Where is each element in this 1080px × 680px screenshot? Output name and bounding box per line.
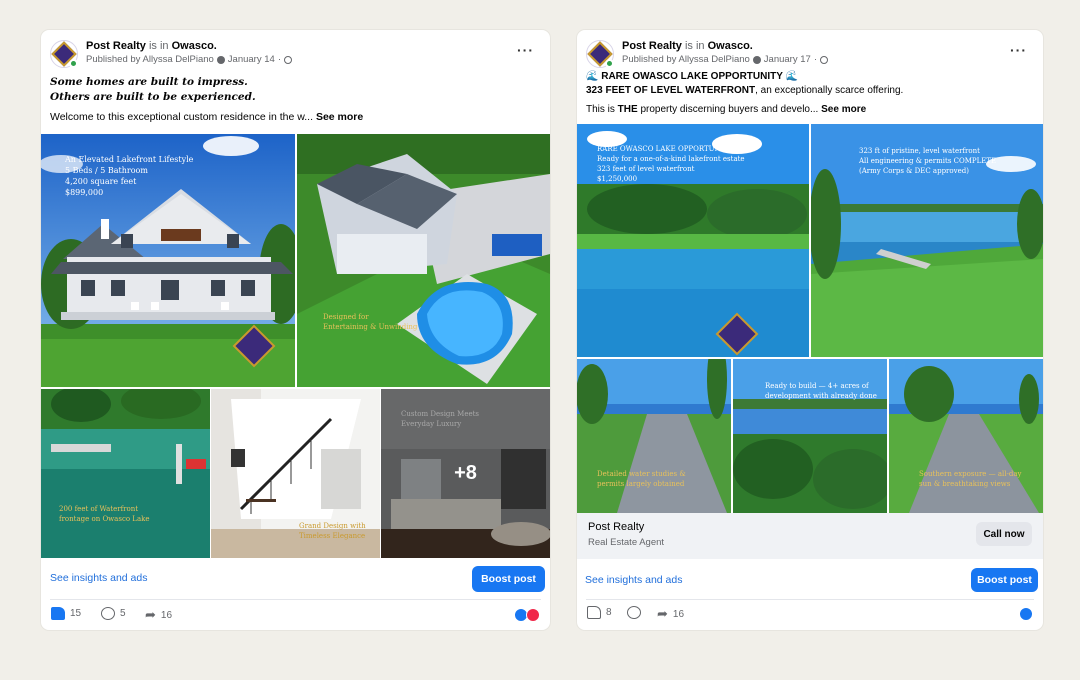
see-insights-link[interactable]: See insights and ads bbox=[585, 574, 682, 586]
share-icon: ➦ bbox=[657, 606, 668, 621]
location-name[interactable]: Owasco. bbox=[172, 40, 217, 52]
tile-caption: Designed for Entertaining & Unwinding bbox=[323, 313, 418, 331]
photo-pool-aerial[interactable]: Designed for Entertaining & Unwinding bbox=[297, 134, 550, 387]
business-name[interactable]: Post Realty bbox=[588, 521, 644, 533]
page-name[interactable]: Post Realty bbox=[622, 40, 682, 52]
post-header: Post Realty is in Owasco. Published by A… bbox=[41, 30, 550, 70]
tile-caption: Detailed water studies & permits largely … bbox=[597, 470, 686, 488]
like-icon bbox=[51, 607, 65, 620]
insights-bar: See insights and ads Boost post bbox=[577, 561, 1043, 598]
comment-icon bbox=[101, 607, 115, 620]
like-count: 15 bbox=[70, 608, 82, 619]
tile-caption: Grand Design with Timeless Elegance bbox=[299, 522, 366, 540]
post-date[interactable]: January 17 bbox=[764, 54, 811, 65]
post-author-line: Post Realty is in Owasco. bbox=[622, 40, 753, 52]
post-meta: Published by Allyssa DelPiano January 14… bbox=[86, 54, 292, 65]
photo-staircase[interactable]: Grand Design with Timeless Elegance bbox=[211, 389, 380, 558]
like-count: 8 bbox=[606, 607, 612, 618]
like-control[interactable]: 15 bbox=[51, 607, 81, 620]
page-avatar[interactable] bbox=[586, 40, 614, 68]
headline-line-2: Others are built to be experienced. bbox=[50, 91, 256, 103]
post-body: This is THE property discerning buyers a… bbox=[586, 104, 867, 115]
photo-lake-shore[interactable]: RARE OWASCO LAKE OPPORTUNITY Ready for a … bbox=[577, 124, 809, 357]
see-more-link[interactable]: See more bbox=[821, 104, 866, 115]
published-by: Published by Allyssa DelPiano bbox=[622, 54, 750, 65]
share-icon: ➦ bbox=[145, 607, 156, 622]
photo-living-room[interactable]: Custom Design Meets Everyday Luxury +8 bbox=[381, 389, 550, 558]
comment-control[interactable]: 5 bbox=[101, 607, 126, 620]
is-in-text: is in bbox=[148, 40, 169, 52]
photo-southern-view[interactable]: Southern exposure — all-day sun & breatht… bbox=[889, 359, 1043, 513]
like-reaction-icon[interactable] bbox=[1019, 607, 1033, 621]
comment-count: 5 bbox=[120, 608, 126, 619]
share-count: 16 bbox=[160, 609, 173, 621]
photo-gallery: RARE OWASCO LAKE OPPORTUNITY Ready for a … bbox=[577, 124, 1043, 513]
tile-caption: Ready to build — 4+ acres of development … bbox=[765, 382, 877, 400]
business-cta: Post Realty Real Estate Agent Call now bbox=[577, 513, 1043, 559]
insights-bar: See insights and ads Boost post bbox=[41, 558, 550, 598]
post-card-2: Post Realty is in Owasco. Published by A… bbox=[577, 30, 1043, 630]
is-in-text: is in bbox=[684, 40, 705, 52]
page-avatar[interactable] bbox=[50, 40, 78, 68]
published-by: Published by Allyssa DelPiano bbox=[86, 54, 214, 65]
reactions-row: 15 5 ➦ 16 bbox=[41, 600, 550, 630]
body-text: Welcome to this exceptional custom resid… bbox=[50, 111, 314, 123]
headline-line-1: 🌊 RARE OWASCO LAKE OPPORTUNITY 🌊 bbox=[586, 71, 798, 82]
tile-caption: 200 feet of Waterfront frontage on Owasco… bbox=[59, 505, 150, 523]
business-category: Real Estate Agent bbox=[588, 537, 665, 548]
boost-post-button[interactable]: Boost post bbox=[472, 566, 545, 592]
photo-gravel-path[interactable]: Detailed water studies & permits largely … bbox=[577, 359, 731, 513]
boost-post-button[interactable]: Boost post bbox=[971, 568, 1038, 592]
post-body: Welcome to this exceptional custom resid… bbox=[50, 110, 540, 125]
photo-gallery: An Elevated Lakefront Lifestyle 5 Beds / … bbox=[41, 134, 550, 558]
more-options-icon[interactable]: ··· bbox=[1010, 42, 1027, 58]
call-now-button[interactable]: Call now bbox=[976, 522, 1032, 546]
tile-caption: RARE OWASCO LAKE OPPORTUNITY Ready for a … bbox=[597, 145, 745, 183]
photo-house-front[interactable]: An Elevated Lakefront Lifestyle 5 Beds / … bbox=[41, 134, 295, 387]
post-card-1: Post Realty is in Owasco. Published by A… bbox=[41, 30, 550, 630]
share-control[interactable]: ➦ 16 bbox=[657, 606, 684, 622]
see-insights-link[interactable]: See insights and ads bbox=[50, 572, 147, 584]
share-count: 16 bbox=[672, 608, 685, 620]
post-date[interactable]: January 14 bbox=[228, 54, 275, 65]
photo-lake-dock[interactable]: 200 feet of Waterfront frontage on Owasco… bbox=[41, 389, 210, 558]
more-options-icon[interactable]: ··· bbox=[517, 42, 534, 58]
comment-icon bbox=[627, 606, 641, 619]
page-name[interactable]: Post Realty bbox=[86, 40, 146, 52]
see-more-link[interactable]: See more bbox=[316, 111, 363, 123]
post-headline: 🌊 RARE OWASCO LAKE OPPORTUNITY 🌊 323 FEE… bbox=[586, 70, 1033, 98]
like-icon bbox=[587, 606, 601, 619]
post-meta: Published by Allyssa DelPiano January 17… bbox=[622, 54, 828, 65]
tile-caption: An Elevated Lakefront Lifestyle 5 Beds / … bbox=[65, 155, 194, 197]
info-icon bbox=[752, 55, 761, 64]
reactions-row: 8 ➦ 16 bbox=[577, 599, 1043, 629]
globe-icon bbox=[283, 55, 292, 64]
location-name[interactable]: Owasco. bbox=[708, 40, 753, 52]
tile-caption: 323 ft of pristine, level waterfront All … bbox=[859, 147, 997, 175]
photo-building-site[interactable]: Ready to build — 4+ acres of development … bbox=[733, 359, 887, 513]
more-photos-overlay[interactable]: +8 bbox=[381, 389, 550, 558]
globe-icon bbox=[819, 55, 828, 64]
photo-waterfront-dock[interactable]: 323 ft of pristine, level waterfront All … bbox=[811, 124, 1043, 357]
post-author-line: Post Realty is in Owasco. bbox=[86, 40, 217, 52]
post-headline: Some homes are built to impress. Others … bbox=[50, 75, 540, 105]
like-control[interactable]: 8 bbox=[587, 606, 612, 619]
love-reaction-icon[interactable] bbox=[526, 608, 540, 622]
info-icon bbox=[216, 55, 225, 64]
headline-line-2: 323 FEET OF LEVEL WATERFRONT, an excepti… bbox=[586, 85, 904, 96]
comment-control[interactable] bbox=[627, 606, 641, 619]
post-header: Post Realty is in Owasco. Published by A… bbox=[577, 30, 1043, 70]
headline-line-1: Some homes are built to impress. bbox=[50, 76, 248, 88]
share-control[interactable]: ➦ 16 bbox=[145, 607, 172, 623]
tile-caption: Southern exposure — all-day sun & breatht… bbox=[919, 470, 1022, 488]
